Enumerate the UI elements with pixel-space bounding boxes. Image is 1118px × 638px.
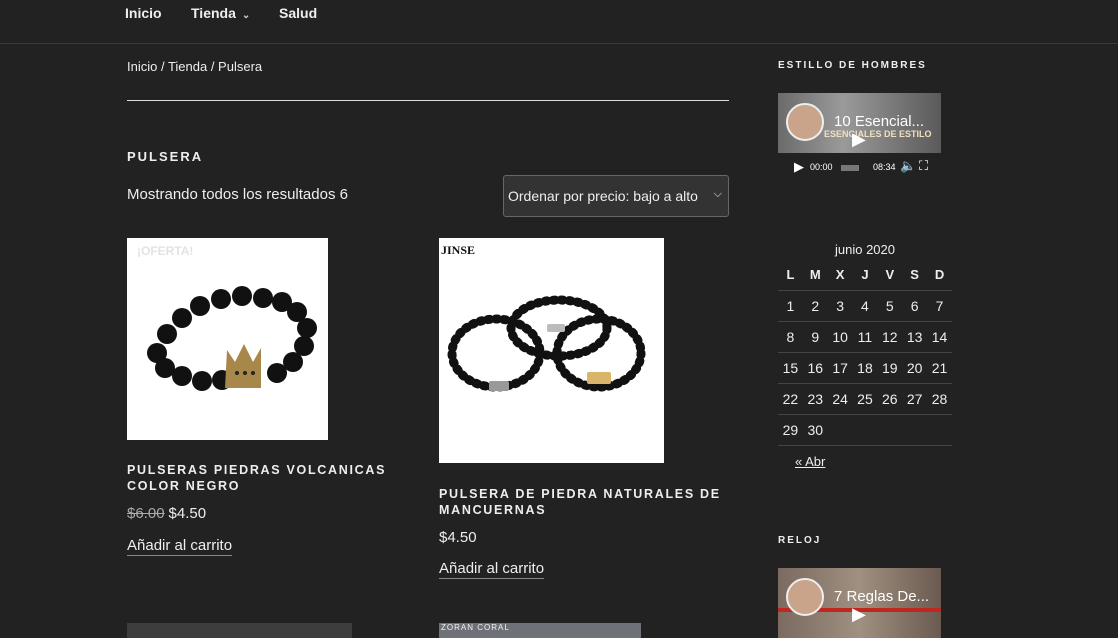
sale-badge: ¡OFERTA! <box>137 244 194 258</box>
product-image[interactable]: ZORAN CORAL <box>439 623 641 638</box>
calendar-header: L M X J V S D <box>778 260 952 291</box>
product-image[interactable] <box>127 623 352 638</box>
play-icon[interactable]: ▶ <box>794 159 804 175</box>
calendar-day: 28 <box>927 383 952 415</box>
calendar: L M X J V S D 1 2 3 4 5 6 7 8 9 10 11 12… <box>778 260 952 446</box>
avatar <box>786 578 824 616</box>
product-price: $4.50 <box>439 529 477 546</box>
calendar-week: 15 16 17 18 19 20 21 <box>778 352 952 384</box>
top-navigation: Inicio Tienda ⌄ Salud <box>0 0 1118 44</box>
progress-bar[interactable] <box>841 165 859 171</box>
chevron-down-icon: ⌄ <box>241 10 251 21</box>
calendar-day: 5 <box>877 290 903 322</box>
calendar-day <box>927 414 952 446</box>
sort-select-value: Ordenar por precio: bajo a alto <box>508 188 698 204</box>
brand-mark: JINSE <box>441 243 475 257</box>
calendar-week: 1 2 3 4 5 6 7 <box>778 290 952 322</box>
result-count: Mostrando todos los resultados 6 <box>127 186 348 203</box>
calendar-day <box>852 414 878 446</box>
day-label: D <box>927 260 952 291</box>
calendar-day: 17 <box>827 352 853 384</box>
time-total: 08:34 <box>873 162 896 172</box>
day-label: V <box>877 260 903 291</box>
calendar-day <box>827 414 853 446</box>
video-player[interactable]: 10 Esencial... ESENCIALES DE ESTILO ▶ ▶ … <box>778 93 941 183</box>
calendar-day: 16 <box>802 352 828 384</box>
bracelet-dumbbell-image: JINSE <box>441 243 646 392</box>
calendar-day: 15 <box>778 352 803 384</box>
calendar-day: 14 <box>927 321 952 353</box>
volume-icon[interactable]: 🔈 <box>900 158 916 174</box>
calendar-day: 30 <box>802 414 828 446</box>
calendar-day: 18 <box>852 352 878 384</box>
widget-title: ESTILLO DE HOMBRES <box>778 60 927 71</box>
day-label: M <box>802 260 828 291</box>
brand-mark: ZORAN CORAL <box>441 623 510 632</box>
calendar-day: 6 <box>902 290 928 322</box>
avatar <box>786 103 824 141</box>
bracelet-crown-image <box>147 286 317 391</box>
video-title: 10 Esencial... <box>834 113 925 130</box>
add-to-cart-button[interactable]: Añadir al carrito <box>127 537 233 556</box>
product-image[interactable]: JINSE <box>439 238 664 463</box>
day-label: L <box>778 260 803 291</box>
calendar-day: 10 <box>827 321 853 353</box>
calendar-caption: junio 2020 <box>835 242 895 257</box>
chevron-down-icon: ⌵ <box>713 188 722 200</box>
time-current: 00:00 <box>810 162 833 172</box>
sort-select[interactable]: Ordenar por precio: bajo a alto ⌵ <box>503 175 729 217</box>
calendar-day: 25 <box>852 383 878 415</box>
fullscreen-icon[interactable]: ⛶ <box>919 158 928 174</box>
divider <box>127 100 729 101</box>
calendar-week: 29 30 <box>778 414 952 446</box>
video-player[interactable]: 7 Reglas De... ▶ <box>778 568 941 638</box>
day-label: J <box>852 260 878 291</box>
calendar-day: 7 <box>927 290 952 322</box>
calendar-day <box>902 414 928 446</box>
play-icon[interactable]: ▶ <box>852 129 866 150</box>
nav-tienda-label: Tienda <box>191 5 236 21</box>
calendar-week: 8 9 10 11 12 13 14 <box>778 321 952 353</box>
calendar-day: 29 <box>778 414 803 446</box>
calendar-day: 27 <box>902 383 928 415</box>
day-label: X <box>827 260 853 291</box>
nav-inicio[interactable]: Inicio <box>125 5 162 21</box>
video-overlay-text: ESENCIALES DE ESTILO <box>824 129 932 139</box>
old-price: $6.00 <box>127 505 165 522</box>
nav-tienda[interactable]: Tienda ⌄ <box>191 5 250 21</box>
widget-title: RELOJ <box>778 535 822 546</box>
calendar-day: 12 <box>877 321 903 353</box>
video-title: 7 Reglas De... <box>834 588 930 605</box>
calendar-day <box>877 414 903 446</box>
product-title[interactable]: PULSERA DE PIEDRA NATURALES DE MANCUERNA… <box>439 486 729 518</box>
product-image[interactable]: ¡OFERTA! <box>127 238 328 440</box>
calendar-day: 9 <box>802 321 828 353</box>
product-title[interactable]: PULSERAS PIEDRAS VOLCANICAS COLOR NEGRO <box>127 462 397 494</box>
breadcrumb[interactable]: Inicio / Tienda / Pulsera <box>127 59 262 74</box>
play-icon[interactable]: ▶ <box>852 604 866 625</box>
calendar-day: 22 <box>778 383 803 415</box>
calendar-day: 2 <box>802 290 828 322</box>
add-to-cart-button[interactable]: Añadir al carrito <box>439 560 545 579</box>
calendar-day: 8 <box>778 321 803 353</box>
calendar-prev-link[interactable]: « Abr <box>795 454 825 469</box>
calendar-day: 26 <box>877 383 903 415</box>
page-title: PULSERA <box>127 149 204 164</box>
day-label: S <box>902 260 928 291</box>
calendar-day: 20 <box>902 352 928 384</box>
calendar-day: 19 <box>877 352 903 384</box>
calendar-day: 21 <box>927 352 952 384</box>
calendar-day: 3 <box>827 290 853 322</box>
calendar-day: 23 <box>802 383 828 415</box>
calendar-day: 4 <box>852 290 878 322</box>
product-price: $6.00 $4.50 <box>127 505 206 522</box>
calendar-day: 1 <box>778 290 803 322</box>
calendar-week: 22 23 24 25 26 27 28 <box>778 383 952 415</box>
video-controls: ▶ 00:00 08:34 🔈 ⛶ <box>778 153 941 183</box>
calendar-day: 24 <box>827 383 853 415</box>
sale-price: $4.50 <box>168 505 207 522</box>
calendar-day: 13 <box>902 321 928 353</box>
calendar-day: 11 <box>852 321 878 353</box>
nav-salud[interactable]: Salud <box>279 5 317 21</box>
